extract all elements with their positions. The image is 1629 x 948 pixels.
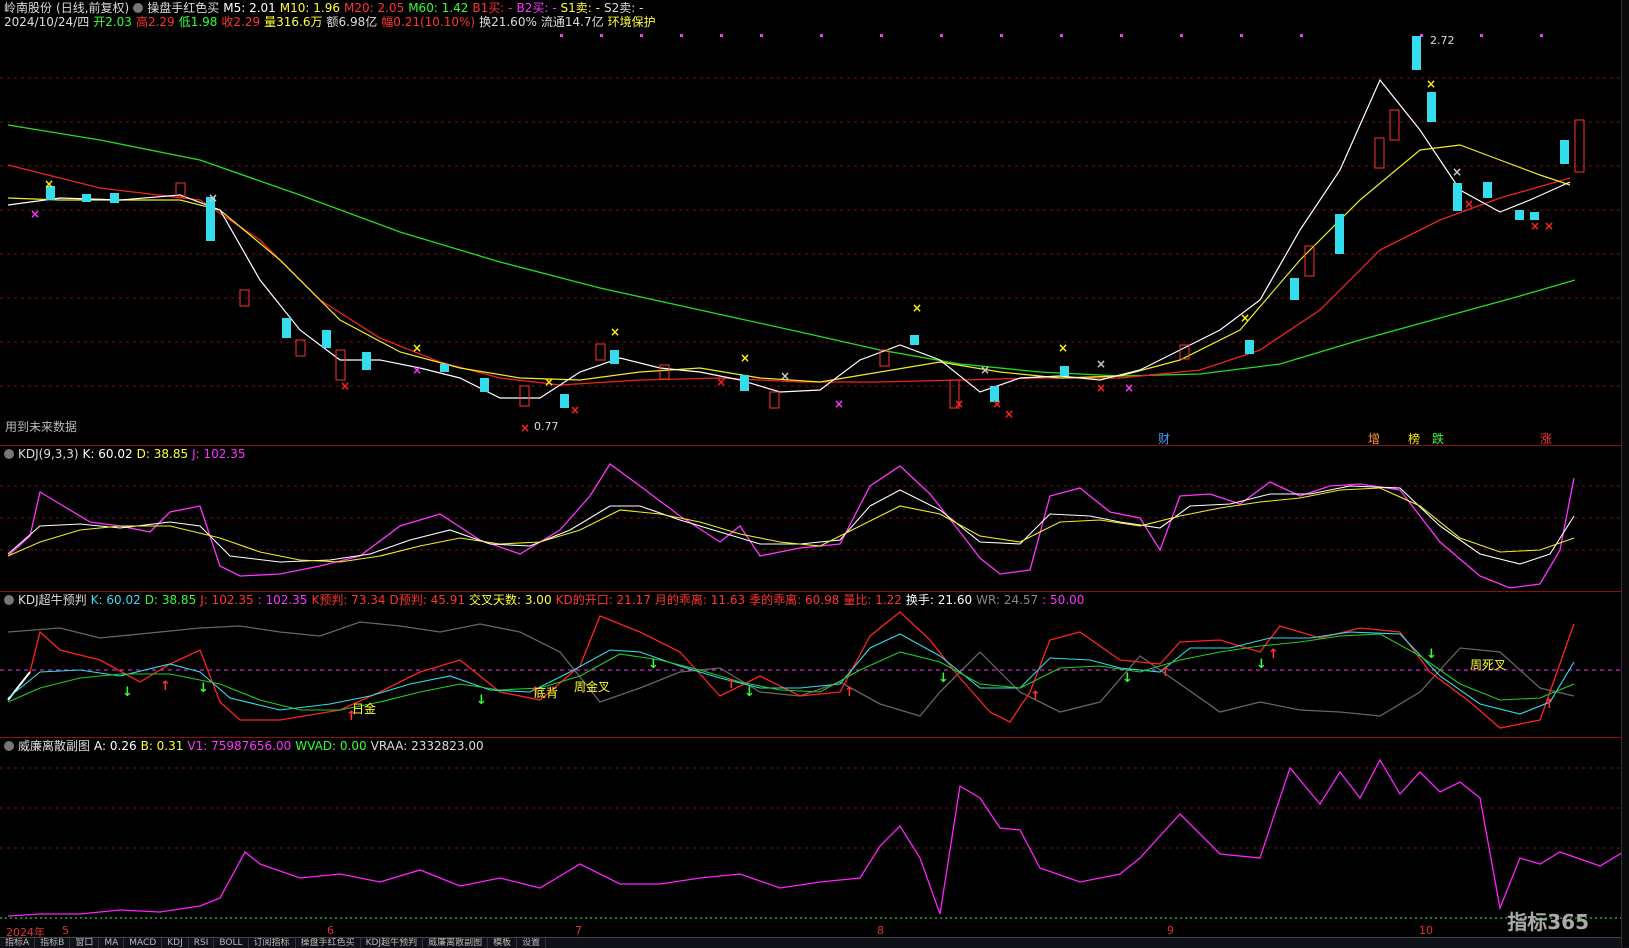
svg-text:↑: ↑ <box>1030 689 1041 704</box>
svg-text:↑: ↑ <box>844 685 855 700</box>
axis-jun: 6 <box>327 924 334 937</box>
svg-text:×: × <box>980 363 990 377</box>
axis-jul: 7 <box>575 924 582 937</box>
svg-text:×: × <box>520 421 530 435</box>
tag-zhang[interactable]: 涨 <box>1540 430 1552 447</box>
svg-text:×: × <box>1464 197 1474 211</box>
kdj2-panel: KDJ超牛预判 K: 60.02 D: 38.85 J: 102.35: 102.35… <box>0 592 1622 738</box>
svg-text:↑: ↑ <box>160 679 171 694</box>
svg-text:↓: ↓ <box>1256 657 1267 672</box>
svg-text:×: × <box>1096 357 1106 371</box>
kdj-j-line <box>7 463 1575 589</box>
right-scrollbar[interactable] <box>1621 0 1629 947</box>
svg-text:×: × <box>740 351 750 365</box>
svg-text:↓: ↓ <box>1426 647 1437 662</box>
svg-text:×: × <box>1426 77 1436 91</box>
svg-text:↑: ↑ <box>1544 697 1555 712</box>
svg-text:×: × <box>954 397 964 411</box>
svg-text:×: × <box>716 375 726 389</box>
high-price-label: 2.72 <box>1430 34 1455 47</box>
svg-text:×: × <box>44 177 54 191</box>
x-axis: 2024年 5 6 7 8 9 10 <box>0 924 1622 939</box>
axis-sep: 9 <box>1167 924 1174 937</box>
top-dots <box>560 34 1543 37</box>
ma10-line <box>7 144 1571 383</box>
axis-oct: 10 <box>1419 924 1433 937</box>
tag-cai[interactable]: 财 <box>1158 430 1170 447</box>
svg-text:×: × <box>412 363 422 377</box>
svg-text:×: × <box>412 341 422 355</box>
svg-text:↑: ↑ <box>1160 665 1171 680</box>
tag-bang[interactable]: 榜 <box>1408 430 1420 447</box>
svg-text:↓: ↓ <box>648 657 659 672</box>
svg-text:↓: ↓ <box>938 671 949 686</box>
kdj-chart[interactable] <box>0 446 1622 591</box>
svg-text:×: × <box>1452 165 1462 179</box>
kdj-panel: KDJ(9,3,3) K: 60.02 D: 38.85 J: 102.35 <box>0 446 1622 592</box>
vol-chart[interactable] <box>0 738 1622 923</box>
axis-may: 5 <box>62 924 69 937</box>
kdj-k-line <box>7 485 1575 565</box>
v1-line <box>7 758 1622 917</box>
future-data-note: 用到未来数据 <box>5 420 78 434</box>
svg-text:↓: ↓ <box>476 693 487 708</box>
svg-text:×: × <box>544 375 554 389</box>
indicator-tabs: 指标A 指标B 窗口 MA MACD KDJ RSI BOLL 订阅指标 操盘手红色买 KDJ超牛预… <box>0 937 1629 948</box>
svg-text:×: × <box>1530 219 1540 233</box>
label-rijin: 日金 <box>352 702 377 716</box>
svg-text:↑: ↑ <box>1268 647 1279 662</box>
svg-text:×: × <box>1004 407 1014 421</box>
svg-text:↓: ↓ <box>744 685 755 700</box>
axis-aug: 8 <box>877 924 884 937</box>
kdj2-d-line <box>7 633 1575 711</box>
candles <box>46 36 1585 409</box>
svg-text:×: × <box>992 397 1002 411</box>
svg-text:×: × <box>1240 311 1250 325</box>
brand-logo: 指标365 <box>1507 910 1589 934</box>
svg-text:×: × <box>340 379 350 393</box>
price-chart[interactable]: ×× ×× ×× ×× ×× ×× ×× ×× ×× ×× ×× ×× ×× ×… <box>0 0 1622 445</box>
svg-text:↓: ↓ <box>198 681 209 696</box>
svg-text:×: × <box>912 301 922 315</box>
low-price-label: 0.77 <box>534 420 559 433</box>
tag-die[interactable]: 跌 <box>1432 430 1444 447</box>
svg-text:×: × <box>610 325 620 339</box>
svg-text:×: × <box>780 369 790 383</box>
kdj2-k-line <box>7 631 1575 715</box>
svg-text:×: × <box>570 403 580 417</box>
svg-text:↑: ↑ <box>726 677 737 692</box>
ma20-line <box>7 164 1571 386</box>
svg-text:↓: ↓ <box>1122 671 1133 686</box>
kdj-d-line <box>7 487 1575 563</box>
svg-text:×: × <box>834 397 844 411</box>
vol-panel: 威廉离散副图 A: 0.26 B: 0.31 V1: 75987656.00 WVAD:… <box>0 738 1622 923</box>
label-zhoujin: 周金叉 <box>574 680 611 694</box>
kdj2-chart[interactable]: ↓ ↑ ↓↑ ↓↑ ↓↑ ↓ ↑ ↓↑ ↓ ↑ ↓↑ ↓↑ <box>0 592 1622 737</box>
svg-text:×: × <box>208 191 218 205</box>
label-dibei: 底背 <box>534 686 559 700</box>
svg-text:×: × <box>30 207 40 221</box>
svg-text:↓: ↓ <box>122 685 133 700</box>
svg-text:×: × <box>1096 381 1106 395</box>
svg-text:×: × <box>1544 219 1554 233</box>
svg-text:×: × <box>1124 381 1134 395</box>
price-panel: 岭南股份 (日线,前复权) 操盘手红色买 M5: 2.01 M10: 1.96 M20: … <box>0 0 1622 446</box>
tag-zeng[interactable]: 增 <box>1368 430 1380 447</box>
label-zhousi: 周死叉 <box>1470 658 1507 672</box>
svg-text:×: × <box>1058 341 1068 355</box>
